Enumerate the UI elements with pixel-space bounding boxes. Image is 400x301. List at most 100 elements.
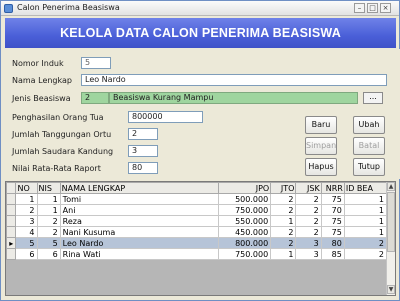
column-header[interactable]: ID BEA bbox=[343, 182, 388, 194]
table-cell[interactable]: 800.000 bbox=[217, 237, 272, 249]
table-row[interactable]: 4 2 Nani Kusuma 450.000 2 2 75 1 bbox=[5, 226, 388, 238]
table-cell[interactable]: 3 bbox=[295, 248, 322, 260]
tutup-button[interactable]: Tutup bbox=[353, 158, 385, 176]
student-form: Nomor Induk 5 Nama Lengkap Leo Nardo Jen… bbox=[1, 49, 400, 179]
table-row[interactable]: ▸ 5 5 Leo Nardo 800.000 2 3 80 2 bbox=[5, 237, 388, 249]
window-title: Calon Penerima Beasiswa bbox=[17, 3, 120, 12]
close-button[interactable]: × bbox=[380, 3, 391, 13]
column-header[interactable]: JTO bbox=[270, 182, 297, 194]
scroll-down-icon[interactable]: ▼ bbox=[387, 285, 395, 294]
table-cell[interactable]: 1 bbox=[343, 215, 388, 227]
table-cell[interactable]: 2 bbox=[295, 226, 322, 238]
empty-row bbox=[6, 259, 387, 271]
table-cell[interactable]: 3 bbox=[295, 237, 322, 249]
table-cell[interactable]: Ani bbox=[59, 204, 219, 216]
table-cell[interactable]: 1 bbox=[270, 248, 297, 260]
table-cell[interactable]: 2 bbox=[270, 193, 297, 205]
table-cell[interactable]: 6 bbox=[15, 248, 38, 260]
table-cell[interactable]: 70 bbox=[320, 204, 345, 216]
table-cell[interactable]: 6 bbox=[36, 248, 61, 260]
table-cell[interactable]: Reza bbox=[59, 215, 219, 227]
app-icon bbox=[4, 4, 13, 13]
table-cell[interactable]: 75 bbox=[320, 226, 345, 238]
table-cell[interactable]: 1 bbox=[36, 204, 61, 216]
table-cell[interactable]: 2 bbox=[343, 237, 388, 249]
table-cell[interactable]: 5 bbox=[36, 237, 61, 249]
penghasilan-field[interactable]: 800000 bbox=[128, 111, 203, 123]
table-cell[interactable]: 2 bbox=[36, 215, 61, 227]
table-cell[interactable]: 2 bbox=[295, 204, 322, 216]
column-header[interactable]: JSK bbox=[295, 182, 322, 194]
data-table: NO NIS NAMA LENGKAP JPO JTO JSK NRR ID B… bbox=[5, 182, 388, 282]
data-grid[interactable]: NO NIS NAMA LENGKAP JPO JTO JSK NRR ID B… bbox=[5, 181, 396, 296]
simpan-button[interactable]: Simpan bbox=[305, 137, 337, 155]
row-indicator[interactable] bbox=[5, 248, 17, 260]
scroll-up-icon[interactable]: ▲ bbox=[387, 182, 395, 191]
raport-field[interactable]: 80 bbox=[128, 162, 158, 174]
table-cell[interactable]: Leo Nardo bbox=[59, 237, 219, 249]
table-cell[interactable]: Nani Kusuma bbox=[59, 226, 219, 238]
table-cell[interactable]: 75 bbox=[320, 215, 345, 227]
table-cell[interactable]: 1 bbox=[343, 204, 388, 216]
table-cell[interactable]: 500.000 bbox=[217, 193, 272, 205]
penghasilan-label: Penghasilan Orang Tua bbox=[12, 113, 104, 122]
table-cell[interactable]: 2 bbox=[270, 204, 297, 216]
browse-beasiswa-button[interactable]: ... bbox=[363, 92, 383, 104]
row-indicator[interactable] bbox=[5, 215, 17, 227]
table-cell[interactable]: 2 bbox=[343, 248, 388, 260]
table-cell[interactable]: 1 bbox=[343, 193, 388, 205]
table-cell[interactable]: 750.000 bbox=[217, 248, 272, 260]
table-cell[interactable]: 1 bbox=[36, 193, 61, 205]
table-cell[interactable]: 80 bbox=[320, 237, 345, 249]
ubah-button[interactable]: Ubah bbox=[353, 116, 385, 134]
table-cell[interactable]: 1 bbox=[15, 193, 38, 205]
table-row[interactable]: 1 1 Tomi 500.000 2 2 75 1 bbox=[5, 193, 388, 205]
jenis-beasiswa-label: Jenis Beasiswa bbox=[12, 94, 71, 103]
page-title: KELOLA DATA CALON PENERIMA BEASISWA bbox=[60, 26, 341, 40]
table-cell[interactable]: 2 bbox=[270, 226, 297, 238]
nomor-induk-field[interactable]: 5 bbox=[81, 57, 111, 69]
batal-button[interactable]: Batal bbox=[353, 137, 385, 155]
vertical-scrollbar[interactable]: ▲ ▼ bbox=[386, 182, 395, 295]
column-header[interactable]: JPO bbox=[217, 182, 272, 194]
table-cell[interactable]: 750.000 bbox=[217, 204, 272, 216]
table-row[interactable]: 3 2 Reza 550.000 1 2 75 1 bbox=[5, 215, 388, 227]
column-header[interactable]: NAMA LENGKAP bbox=[59, 182, 219, 194]
table-cell[interactable]: 2 bbox=[36, 226, 61, 238]
nomor-induk-label: Nomor Induk bbox=[12, 59, 64, 68]
hapus-button[interactable]: Hapus bbox=[305, 158, 337, 176]
table-cell[interactable]: 1 bbox=[270, 215, 297, 227]
table-row[interactable]: 2 1 Ani 750.000 2 2 70 1 bbox=[5, 204, 388, 216]
table-cell[interactable]: 3 bbox=[15, 215, 38, 227]
table-cell[interactable]: 2 bbox=[15, 204, 38, 216]
table-cell[interactable]: 450.000 bbox=[217, 226, 272, 238]
scroll-thumb[interactable] bbox=[387, 192, 395, 252]
table-cell[interactable]: Rina Wati bbox=[59, 248, 219, 260]
table-cell[interactable]: 550.000 bbox=[217, 215, 272, 227]
row-indicator[interactable]: ▸ bbox=[5, 237, 17, 249]
table-cell[interactable]: 4 bbox=[15, 226, 38, 238]
table-cell[interactable]: 85 bbox=[320, 248, 345, 260]
tanggungan-field[interactable]: 2 bbox=[128, 128, 158, 140]
app-window: Calon Penerima Beasiswa – □ × KELOLA DAT… bbox=[0, 0, 400, 301]
row-indicator[interactable] bbox=[5, 226, 17, 238]
column-header[interactable]: NRR bbox=[320, 182, 345, 194]
table-cell[interactable]: 75 bbox=[320, 193, 345, 205]
nama-lengkap-field[interactable]: Leo Nardo bbox=[81, 74, 387, 86]
jenis-beasiswa-code-field[interactable]: 2 bbox=[81, 92, 109, 104]
baru-button[interactable]: Baru bbox=[305, 116, 337, 134]
table-cell[interactable]: 5 bbox=[15, 237, 38, 249]
table-cell[interactable]: 2 bbox=[295, 193, 322, 205]
column-header[interactable]: NO bbox=[15, 182, 38, 194]
row-indicator[interactable] bbox=[5, 204, 17, 216]
minimize-button[interactable]: – bbox=[354, 3, 365, 13]
table-cell[interactable]: 2 bbox=[295, 215, 322, 227]
maximize-button[interactable]: □ bbox=[367, 3, 378, 13]
table-cell[interactable]: 2 bbox=[270, 237, 297, 249]
row-indicator[interactable] bbox=[5, 193, 17, 205]
table-cell[interactable]: Tomi bbox=[59, 193, 219, 205]
column-header[interactable]: NIS bbox=[36, 182, 61, 194]
table-cell[interactable]: 1 bbox=[343, 226, 388, 238]
saudara-field[interactable]: 3 bbox=[128, 145, 158, 157]
table-row[interactable]: 6 6 Rina Wati 750.000 1 3 85 2 bbox=[5, 248, 388, 260]
